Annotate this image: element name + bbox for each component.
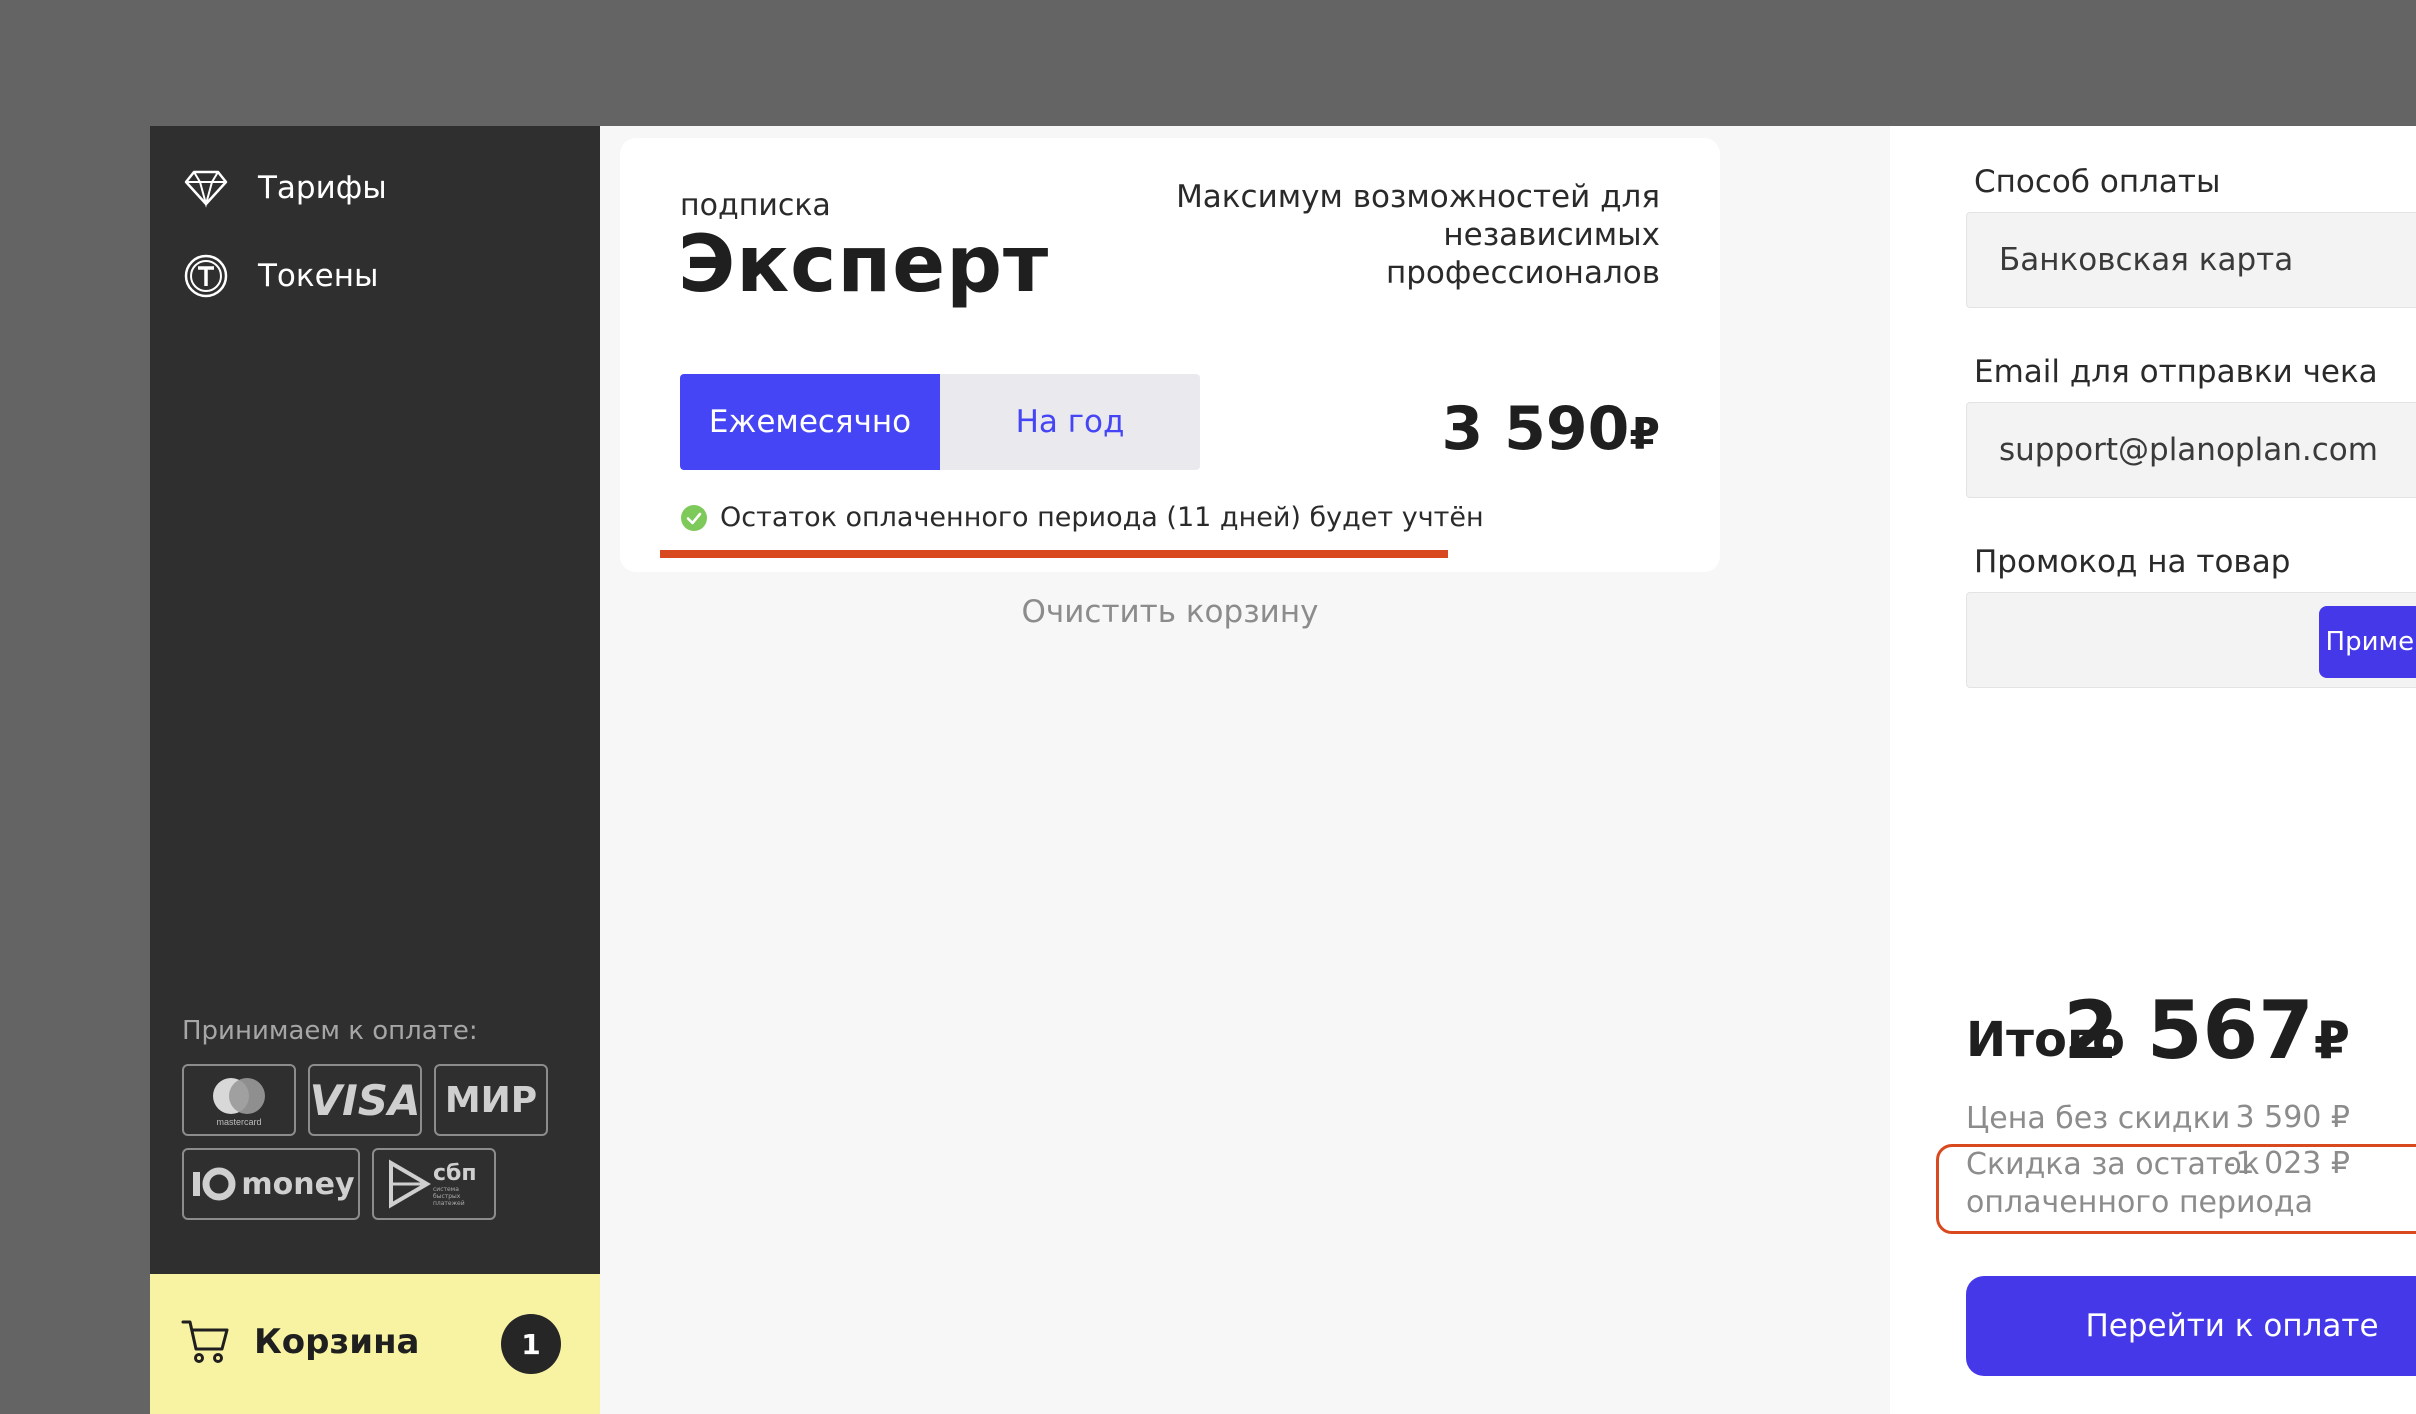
sbp-logo: сбп система быстрых платежей	[372, 1148, 496, 1220]
apply-promo-button[interactable]: Применить	[2319, 606, 2416, 678]
sidebar-item-label: Токены	[258, 258, 379, 294]
plan-price-currency: ₽	[1629, 409, 1660, 460]
payment-caption: Принимаем к оплате:	[182, 1016, 478, 1046]
price-no-discount-value: 3 590 ₽	[2235, 1100, 2350, 1135]
mastercard-logo: mastercard	[182, 1064, 296, 1136]
plan-price-value: 3 590	[1441, 394, 1630, 464]
app: Тарифы Токены Принимаем к оплате: master…	[150, 126, 2416, 1414]
promo-label: Промокод на товар	[1974, 544, 2291, 580]
email-value: support@planoplan.com	[1999, 432, 2378, 468]
sidebar-item-tariffs[interactable]: Тарифы	[182, 160, 387, 216]
sidebar-item-tokens[interactable]: Токены	[182, 248, 378, 304]
plan-description-line: независимых	[1443, 217, 1660, 253]
checkout-panel: Способ оплаты Банковская карта Email для…	[1890, 126, 2416, 1414]
cart-content: подписка Эксперт Максимум возможностей д…	[600, 126, 1890, 1414]
visa-logo: VISA	[308, 1064, 422, 1136]
highlight-underline	[660, 550, 1448, 558]
clear-cart-link[interactable]: Очистить корзину	[600, 594, 1740, 630]
plan-description-line: Максимум возможностей для	[1176, 179, 1660, 215]
cart-icon	[180, 1316, 230, 1366]
total-value: 2 567₽	[2063, 984, 2350, 1077]
promo-field[interactable]: Применить	[1966, 592, 2416, 688]
mastercard-label: mastercard	[216, 1117, 261, 1127]
email-label: Email для отправки чека	[1974, 354, 2378, 390]
diamond-icon	[182, 164, 230, 212]
plan-description-line: профессионалов	[1385, 255, 1660, 291]
plan-card: подписка Эксперт Максимум возможностей д…	[620, 138, 1720, 572]
remaining-period-note: Остаток оплаченного периода (11 дней) бу…	[680, 502, 1484, 533]
sbp-sublabel: система быстрых платежей	[433, 1185, 465, 1207]
sidebar: Тарифы Токены Принимаем к оплате: master…	[150, 126, 600, 1414]
payment-method-value: Банковская карта	[1999, 242, 2294, 278]
sidebar-item-label: Тарифы	[258, 170, 387, 206]
plan-name: Эксперт	[678, 220, 1050, 310]
sbp-label: сбп	[433, 1160, 477, 1186]
tab-yearly[interactable]: На год	[940, 374, 1200, 470]
discount-highlight-box	[1936, 1144, 2416, 1234]
payment-method-label: Способ оплаты	[1974, 164, 2221, 200]
payment-method-select[interactable]: Банковская карта	[1966, 212, 2416, 308]
proceed-to-payment-button[interactable]: Перейти к оплате	[1966, 1276, 2416, 1376]
yoomoney-logo: money	[182, 1148, 360, 1220]
yoomoney-label: money	[241, 1166, 355, 1202]
cart-count-badge: 1	[501, 1314, 561, 1374]
price-no-discount-label: Цена без скидки	[1966, 1101, 2231, 1136]
subscription-label: подписка	[680, 188, 831, 223]
plan-description: Максимум возможностей для независимых пр…	[1100, 178, 1660, 292]
plan-price: 3 590₽	[1441, 394, 1660, 464]
remaining-period-text: Остаток оплаченного периода (11 дней) бу…	[720, 502, 1484, 533]
cart-label: Корзина	[254, 1322, 420, 1362]
billing-period-toggle: Ежемесячно На год	[680, 374, 1200, 470]
total-amount: 2 567	[2063, 984, 2314, 1077]
token-icon	[182, 252, 230, 300]
email-field[interactable]: support@planoplan.com	[1966, 402, 2416, 498]
mir-logo: МИР	[434, 1064, 548, 1136]
total-currency: ₽	[2313, 1011, 2350, 1071]
check-circle-icon	[680, 504, 708, 532]
tab-monthly[interactable]: Ежемесячно	[680, 374, 940, 470]
cart-button[interactable]: Корзина 1	[150, 1274, 600, 1414]
